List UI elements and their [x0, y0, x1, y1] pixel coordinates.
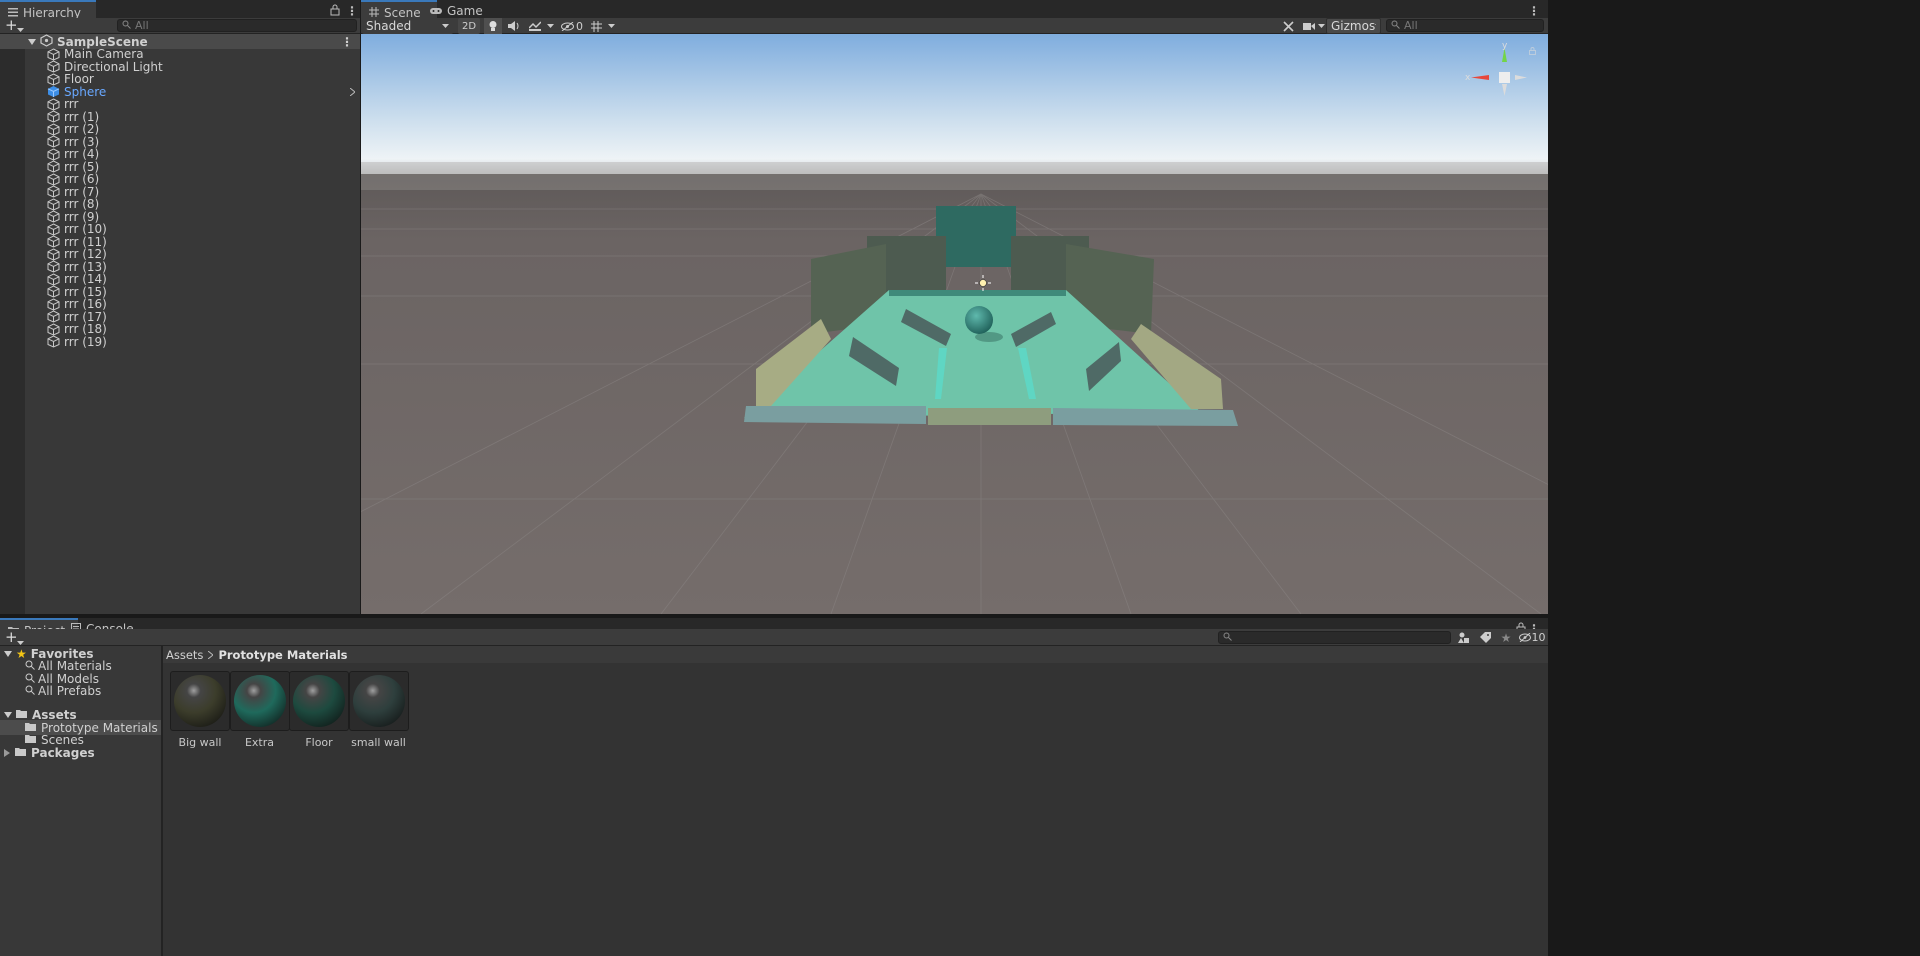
material-sphere [233, 675, 286, 727]
toggle-2d-label: 2D [461, 20, 477, 32]
search-icon [1391, 19, 1400, 32]
chevron-down-icon [1318, 23, 1325, 28]
gizmos-dropdown[interactable]: Gizmos [1326, 18, 1381, 34]
project-tree: ★ Favorites All Materials All Models All… [0, 646, 161, 956]
toggle-2d-button[interactable]: 2D [458, 18, 480, 34]
hierarchy-panel: SampleScene ⋮ Main Camera Directional Lig… [0, 33, 360, 614]
hierarchy-item-label: rrr (19) [64, 334, 107, 349]
visibility-icon [561, 21, 574, 31]
chevron-down-icon [442, 23, 449, 28]
search-icon [122, 19, 131, 32]
project-hidden-count: 10 [1531, 631, 1546, 644]
audio-icon [508, 21, 519, 31]
camera-settings-dropdown[interactable] [1301, 18, 1327, 34]
search-icon [25, 684, 35, 698]
grid-dropdown[interactable] [606, 18, 616, 34]
lock-icon[interactable] [330, 4, 340, 19]
favorites-item-label: All Prefabs [38, 683, 102, 698]
search-icon [1223, 631, 1232, 644]
material-sphere [293, 675, 345, 727]
asset-item[interactable]: Floor [288, 671, 350, 749]
material-preview-icon [289, 671, 349, 731]
material-sphere [352, 675, 405, 727]
hierarchy-toolbar-bg: + All [0, 18, 360, 34]
material-preview-icon [170, 671, 230, 731]
scene-viewport[interactable]: y x [361, 34, 1548, 614]
scene-search-input[interactable]: All [1386, 19, 1544, 32]
breadcrumb-root[interactable]: Assets [166, 648, 203, 662]
favorite-search-button[interactable]: ★ [1498, 630, 1514, 645]
star-icon: ★ [1500, 630, 1512, 645]
audio-toggle[interactable] [505, 18, 523, 34]
tools-icon [1282, 20, 1294, 32]
camera-icon [1303, 22, 1315, 30]
empty-right-area [1548, 0, 1920, 956]
shading-mode-value: Shaded [366, 19, 412, 33]
scene-render [361, 34, 1548, 614]
chevron-down-icon [1375, 23, 1376, 25]
collapsed-arrow-icon[interactable] [4, 746, 11, 760]
search-by-type-button[interactable] [1456, 630, 1472, 645]
tag-icon [1479, 632, 1491, 643]
filter-type-icon [1458, 632, 1469, 643]
project-toolbar: + ★ 10 [0, 629, 1548, 646]
material-preview-icon [348, 671, 409, 731]
gameobject-icon [47, 335, 60, 348]
hierarchy-search-input[interactable]: All [117, 19, 357, 32]
chevron-down-icon [607, 23, 615, 28]
effects-icon [529, 21, 541, 31]
tab-game-label: Game [447, 4, 483, 18]
asset-item[interactable]: small wall [348, 671, 410, 749]
asset-item[interactable]: Big wall [169, 671, 231, 749]
hidden-count: 0 [576, 19, 583, 33]
breadcrumb: Assets Prototype Materials [163, 646, 1548, 663]
material-preview-icon [229, 671, 290, 731]
asset-label: small wall [351, 736, 406, 749]
project-search-input[interactable] [1218, 631, 1451, 644]
scene-search-placeholder: All [1404, 19, 1418, 32]
packages-header[interactable]: Packages [0, 745, 161, 760]
scene-toolbar: Shaded 2D 0 Gizmos All [361, 18, 1548, 34]
more-options-icon[interactable]: ⋮ [346, 4, 358, 18]
packages-label: Packages [31, 745, 95, 760]
asset-browser: Assets Prototype Materials Big wall Extra… [163, 646, 1548, 956]
tools-button[interactable] [1279, 18, 1297, 34]
scene-visibility-toggle[interactable]: 0 [559, 18, 585, 34]
chevron-down-icon [546, 23, 554, 28]
shading-mode-dropdown[interactable]: Shaded [362, 18, 453, 34]
grid-snap-icon [590, 20, 602, 32]
material-sphere [174, 675, 226, 727]
asset-item[interactable]: Extra [229, 671, 291, 749]
breadcrumb-current: Prototype Materials [218, 647, 348, 662]
hierarchy-search-placeholder: All [135, 19, 149, 32]
asset-grid: Big wall Extra Floor small wall [163, 663, 1548, 956]
asset-label: Floor [305, 736, 333, 749]
gizmos-label: Gizmos [1331, 19, 1376, 33]
package-visibility-toggle[interactable]: 10 [1518, 630, 1546, 645]
gizmo-lock-icon[interactable] [1529, 44, 1536, 58]
hierarchy-list: SampleScene ⋮ Main Camera Directional Lig… [0, 33, 360, 614]
effects-toggle[interactable] [526, 18, 544, 34]
asset-label: Extra [244, 736, 275, 749]
favorites-item[interactable]: All Prefabs [0, 683, 161, 698]
scene-more-options-icon[interactable]: ⋮ [1528, 4, 1540, 18]
create-asset-icon[interactable]: + [5, 629, 18, 645]
light-icon [489, 21, 497, 31]
gizmo-y-label: y [1502, 41, 1508, 51]
grid-snap-toggle[interactable] [588, 18, 604, 34]
lighting-toggle[interactable] [484, 18, 502, 34]
chevron-right-icon [208, 648, 215, 662]
effects-dropdown[interactable] [545, 18, 555, 34]
asset-label: Big wall [178, 736, 222, 749]
gizmo-x-label: x [1465, 73, 1471, 83]
add-object-icon[interactable]: + [5, 18, 18, 33]
visibility-icon [1518, 633, 1531, 642]
hierarchy-item[interactable]: rrr (19) [0, 334, 360, 349]
search-by-label-button[interactable] [1477, 630, 1493, 645]
folder-icon [15, 746, 27, 760]
gamepad-icon [430, 4, 442, 18]
